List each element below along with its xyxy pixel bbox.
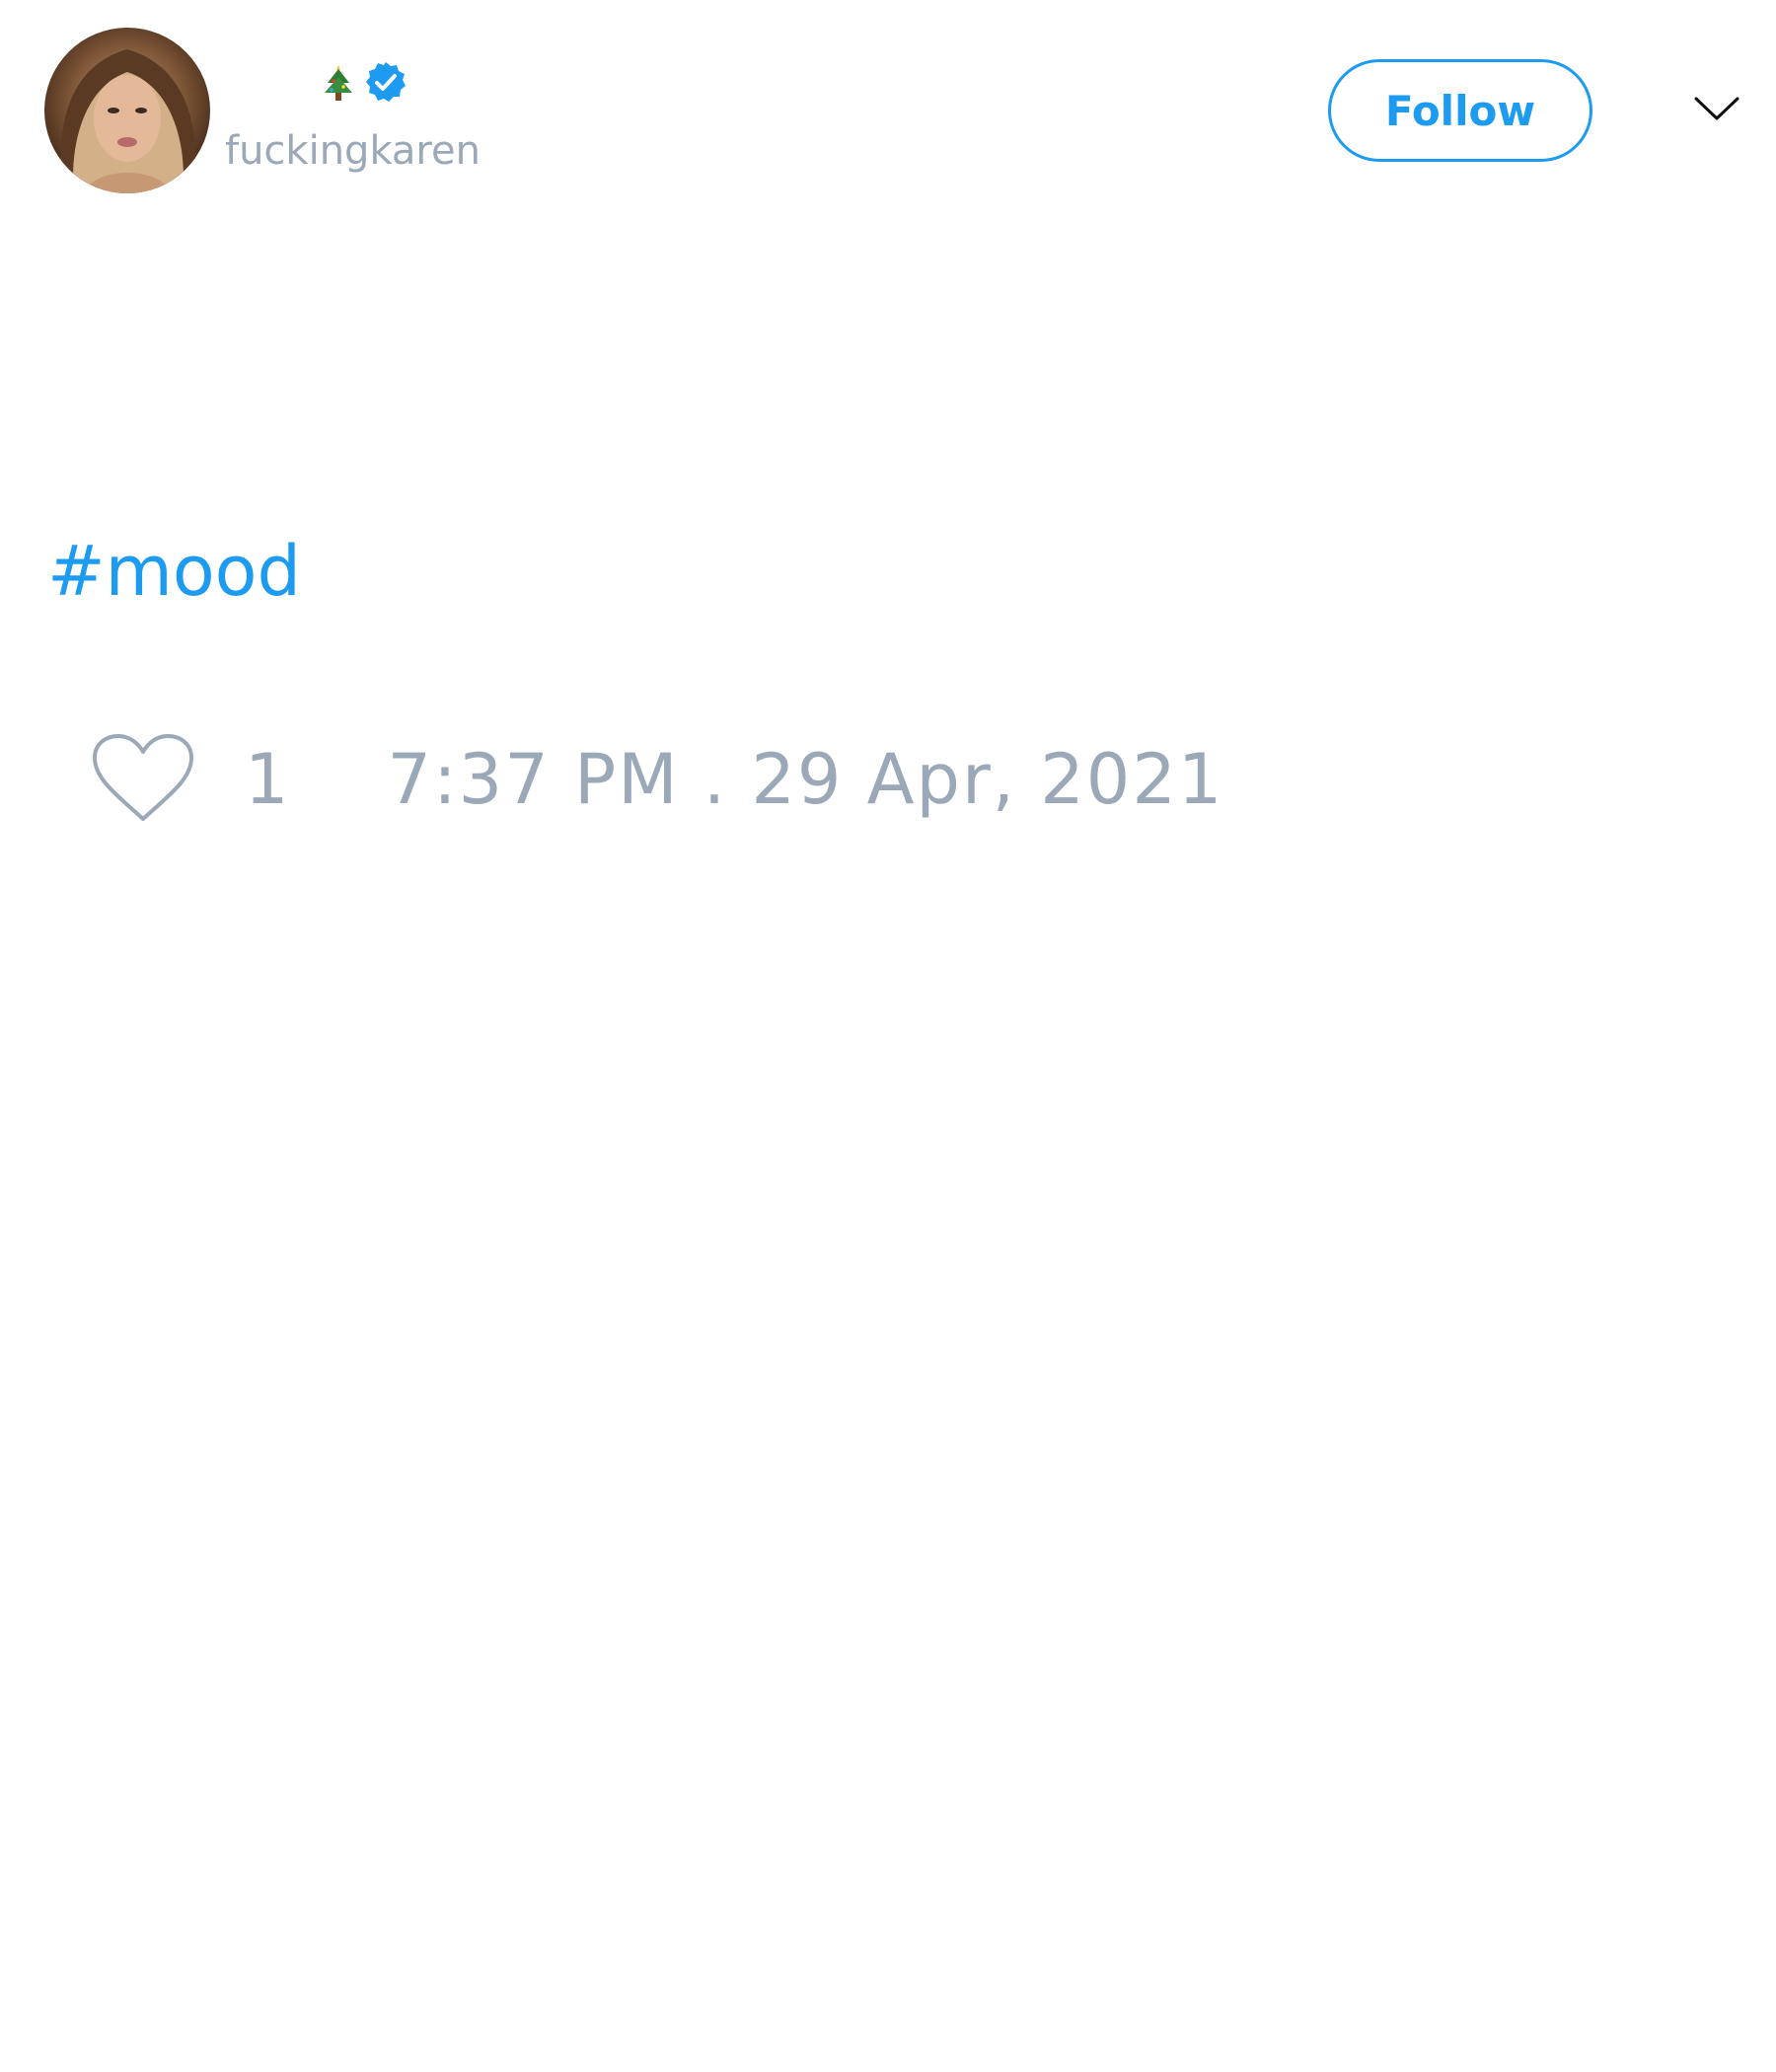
tweet-timestamp[interactable]: 7:37 PM . 29 Apr, 2021 bbox=[388, 739, 1224, 820]
display-name-row[interactable] bbox=[322, 55, 408, 111]
christmas-tree-icon bbox=[325, 65, 352, 101]
tweet-meta-row: 1 7:37 PM . 29 Apr, 2021 bbox=[89, 730, 1223, 829]
avatar[interactable] bbox=[44, 28, 210, 193]
user-handle[interactable]: fuckingkaren bbox=[225, 126, 481, 176]
avatar-image bbox=[44, 28, 210, 193]
tweet-hashtag-link[interactable]: #mood bbox=[47, 527, 301, 616]
heart-icon[interactable] bbox=[89, 732, 197, 827]
follow-button[interactable]: Follow bbox=[1328, 59, 1592, 162]
verified-badge-icon bbox=[366, 62, 406, 102]
like-count: 1 bbox=[245, 739, 289, 820]
chevron-down-icon[interactable] bbox=[1693, 91, 1740, 126]
